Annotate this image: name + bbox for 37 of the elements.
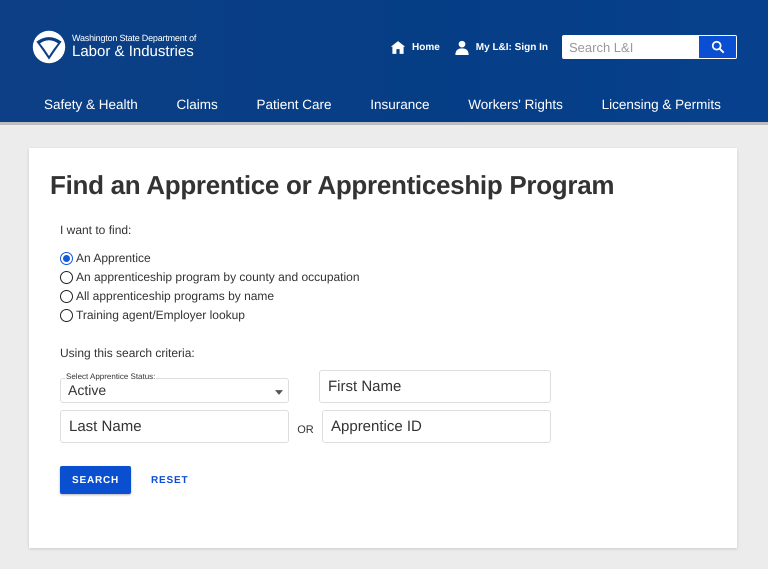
agency-subtitle: Washington State Department of: [72, 34, 196, 44]
logo-icon: [31, 29, 67, 65]
user-icon: [454, 40, 470, 54]
page-title: Find an Apprentice or Apprenticeship Program: [50, 170, 616, 201]
radio-option[interactable]: An Apprentice: [60, 251, 706, 265]
radio-option[interactable]: All apprenticeship programs by name: [60, 289, 706, 303]
option-label: All apprenticeship programs by name: [76, 289, 274, 303]
select-label: Select Apprentice Status:: [65, 373, 156, 381]
nav-link[interactable]: Workers' Rights: [468, 97, 563, 112]
apprentice-id-field[interactable]: Apprentice ID: [322, 410, 551, 443]
nav-link[interactable]: Patient Care: [256, 97, 332, 112]
nav-link[interactable]: Insurance: [370, 97, 430, 112]
option-label: An Apprentice: [76, 251, 151, 265]
last-name-field[interactable]: Last Name: [60, 410, 289, 443]
option-label: An apprenticeship program by county and occupation: [76, 270, 360, 284]
nav-link[interactable]: Licensing & Permits: [602, 97, 721, 112]
find-label: I want to find:: [60, 223, 132, 237]
radio-button[interactable]: [60, 308, 73, 322]
radio-button[interactable]: [60, 290, 73, 302]
agency-name: Labor & Industries: [72, 44, 195, 60]
option-label: Training agent/Employer lookup: [76, 308, 245, 322]
first-name-field[interactable]: First Name: [319, 370, 551, 403]
header-link[interactable]: Home: [412, 42, 440, 52]
criteria-label: Using this search criteria:: [60, 346, 196, 360]
status-select[interactable]: Select Apprentice Status: Active: [60, 370, 289, 403]
or-text: OR: [296, 422, 315, 436]
search-submit-button[interactable]: SEARCH: [60, 466, 132, 494]
header-link[interactable]: My L&I: Sign In: [476, 42, 548, 52]
radio-button[interactable]: [60, 252, 73, 264]
caret-icon: [275, 390, 283, 395]
reset-link[interactable]: RESET: [151, 474, 188, 486]
nav-link[interactable]: Safety & Health: [44, 97, 138, 112]
radio-button[interactable]: [60, 270, 73, 284]
radio-option[interactable]: An apprenticeship program by county and occupation: [60, 270, 706, 284]
radio-option[interactable]: Training agent/Employer lookup: [60, 308, 706, 322]
nav-link[interactable]: Claims: [176, 97, 218, 112]
home-icon: [390, 40, 406, 54]
